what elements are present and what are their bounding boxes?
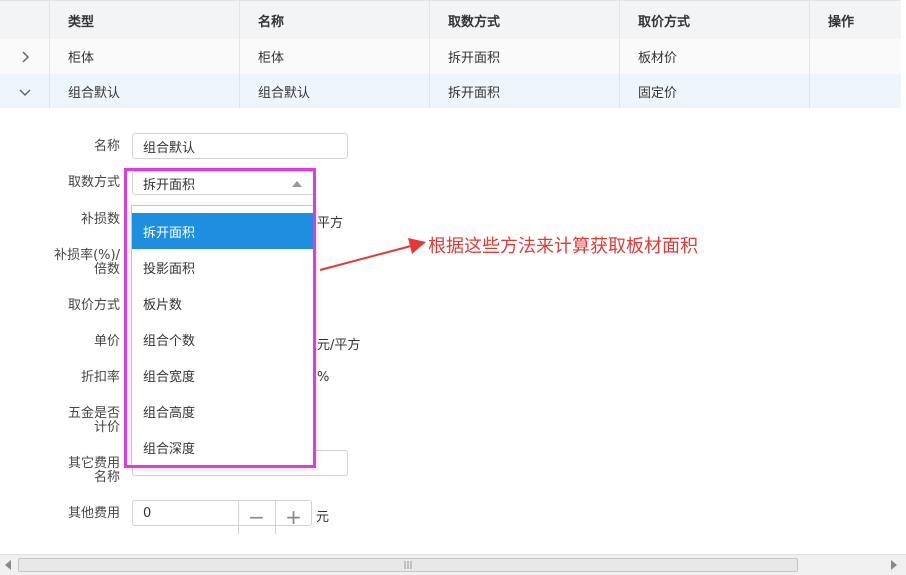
chevron-right-icon xyxy=(21,50,29,63)
row-name: 组合默认 xyxy=(240,74,430,109)
other-fee-name-label-line2: 名称 xyxy=(93,470,120,485)
annotation-arrow-icon xyxy=(319,238,426,271)
horizontal-scrollbar[interactable] xyxy=(0,554,906,575)
loss-unit: 平方 xyxy=(317,216,344,231)
annotation-text: 根据这些方法来计算获取板材面积 xyxy=(428,236,698,257)
unit-price-unit: 元/平方 xyxy=(317,338,361,353)
discount-unit: % xyxy=(317,370,330,385)
grip-icon xyxy=(404,561,412,569)
header-type[interactable]: 类型 xyxy=(50,1,240,39)
header-expand-col xyxy=(0,1,50,39)
other-fee-label: 其他费用 xyxy=(67,506,120,521)
row-type: 组合默认 xyxy=(50,74,240,109)
loss-rate-label-line1: 补损率(%)/ xyxy=(54,248,120,263)
table-row[interactable]: 柜体 柜体 拆开面积 板材价 xyxy=(0,39,901,75)
header-fetch-method[interactable]: 取数方式 xyxy=(430,1,620,39)
hardware-label-line1: 五金是否 xyxy=(67,406,120,421)
expand-toggle[interactable] xyxy=(0,39,50,74)
fetch-method-value: 拆开面积 xyxy=(143,177,196,193)
unit-price-label: 单价 xyxy=(93,334,120,349)
row-type: 柜体 xyxy=(50,39,240,74)
option-panel-count[interactable]: 板片数 xyxy=(132,285,315,321)
option-unfolded-area[interactable]: 拆开面积 xyxy=(132,213,315,249)
fetch-method-dropdown: 拆开面积 投影面积 板片数 组合个数 组合宽度 组合高度 组合深度 xyxy=(131,205,316,467)
caret-up-icon xyxy=(292,181,302,187)
row-price-method: 板材价 xyxy=(620,39,810,74)
collapse-toggle[interactable] xyxy=(0,74,50,109)
row-name: 柜体 xyxy=(240,39,430,74)
chevron-down-icon xyxy=(18,88,31,96)
minus-button[interactable]: − xyxy=(238,500,274,534)
option-combo-height[interactable]: 组合高度 xyxy=(132,393,315,429)
option-projected-area[interactable]: 投影面积 xyxy=(132,249,315,285)
option-combo-depth[interactable]: 组合深度 xyxy=(132,429,315,465)
discount-label: 折扣率 xyxy=(80,370,120,385)
fetch-method-select[interactable]: 拆开面积 xyxy=(132,171,314,195)
row-fetch-method: 拆开面积 xyxy=(430,39,620,74)
row-actions xyxy=(810,74,901,109)
row-fetch-method: 拆开面积 xyxy=(430,74,620,109)
scroll-left-icon[interactable] xyxy=(4,560,12,570)
loss-label: 补损数 xyxy=(80,212,120,227)
option-combo-count[interactable]: 组合个数 xyxy=(132,321,315,357)
name-label: 名称 xyxy=(93,139,120,154)
fetch-method-label: 取数方式 xyxy=(67,175,120,190)
price-method-label: 取价方式 xyxy=(67,298,120,313)
header-name[interactable]: 名称 xyxy=(240,1,430,39)
header-price-method[interactable]: 取价方式 xyxy=(620,1,810,39)
scrollbar-thumb[interactable] xyxy=(18,558,798,572)
row-actions xyxy=(810,39,901,74)
option-combo-width[interactable]: 组合宽度 xyxy=(132,357,315,393)
header-actions: 操作 xyxy=(828,14,855,30)
plus-button[interactable]: + xyxy=(275,500,311,534)
table-header: 类型 名称 取数方式 取价方式 操作 xyxy=(0,0,901,40)
name-input[interactable]: 组合默认 xyxy=(132,133,348,159)
other-fee-name-label-line1: 其它费用 xyxy=(67,456,120,471)
hardware-label-line2: 计价 xyxy=(93,420,120,435)
table-row[interactable]: 组合默认 组合默认 拆开面积 固定价 xyxy=(0,74,901,110)
scroll-right-icon[interactable] xyxy=(890,560,898,570)
other-fee-unit: 元 xyxy=(316,510,330,525)
loss-rate-label-line2: 倍数 xyxy=(93,262,120,277)
row-price-method: 固定价 xyxy=(620,74,810,109)
